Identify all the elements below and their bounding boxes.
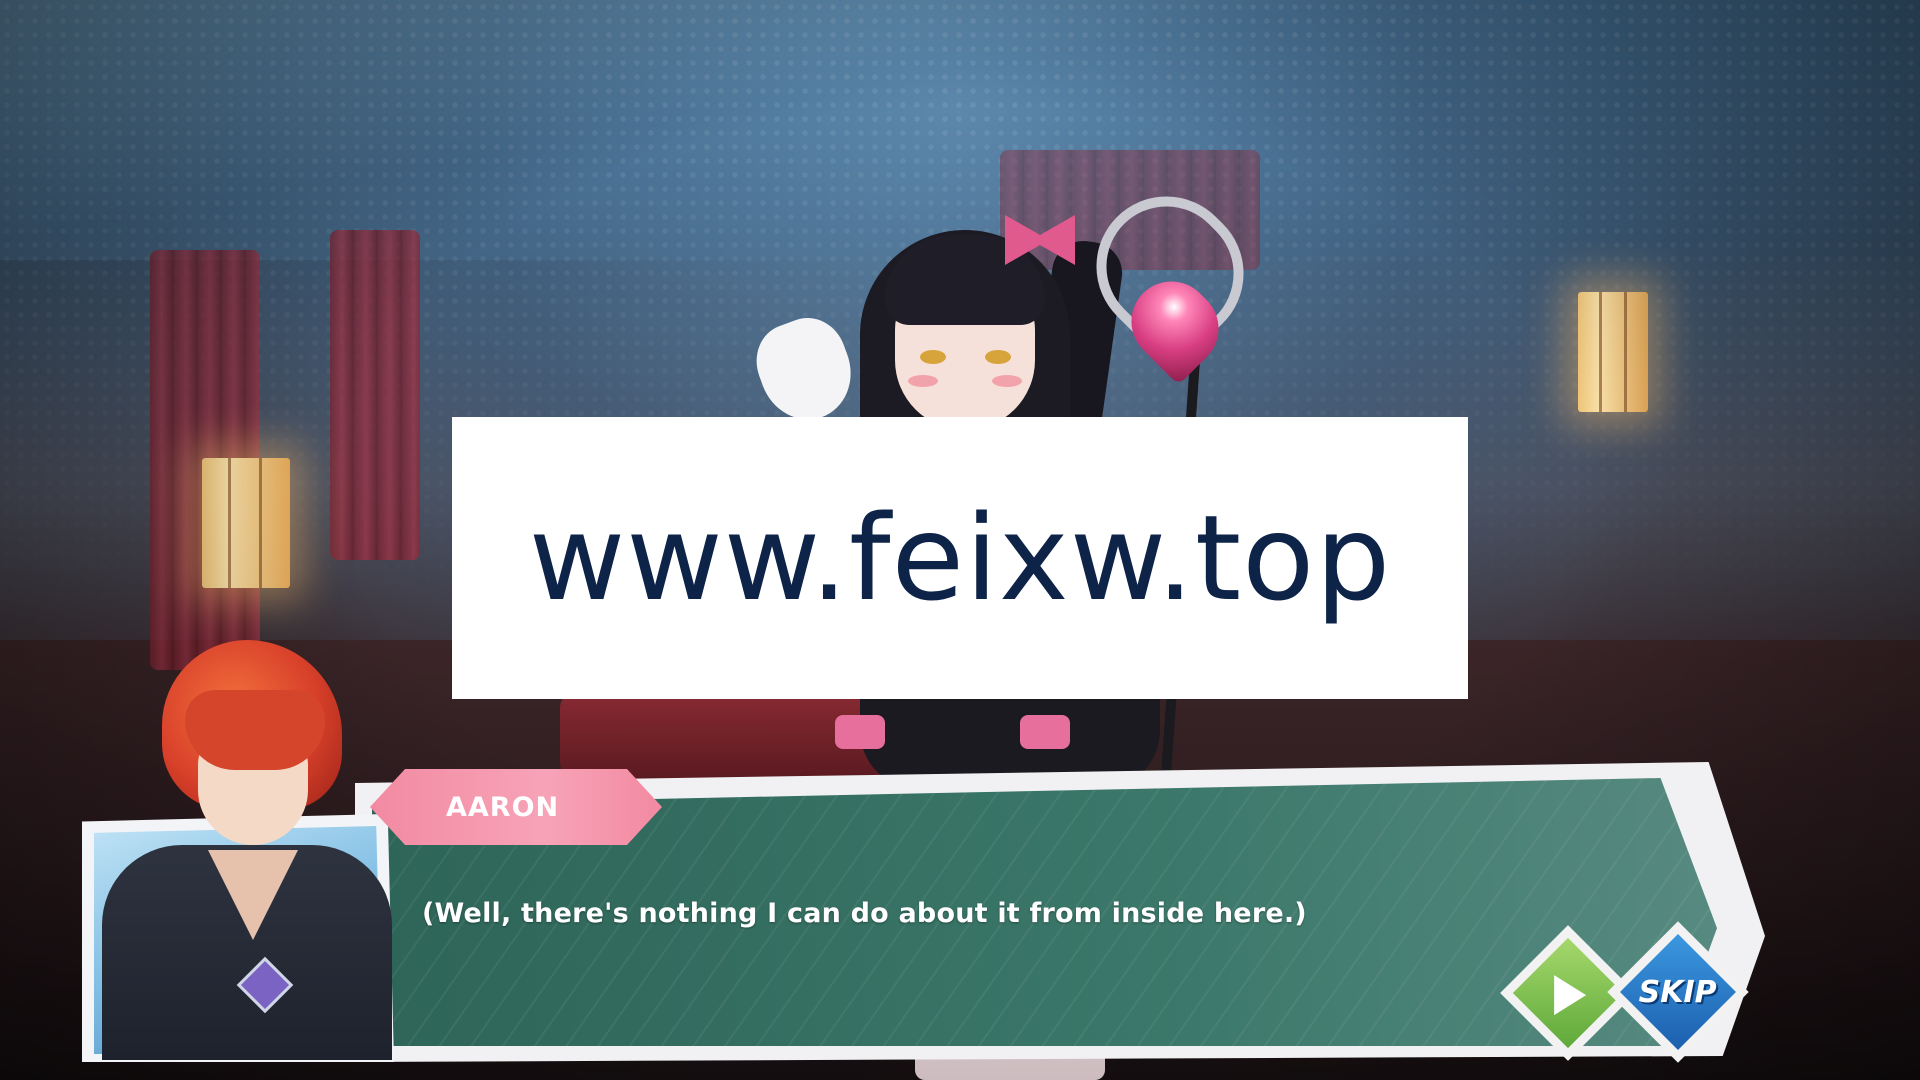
dress-bow-right bbox=[1020, 715, 1070, 749]
portrait-fringe bbox=[185, 690, 325, 770]
heroine-blush-right bbox=[992, 375, 1022, 387]
heroine-hair-bow bbox=[1005, 215, 1075, 265]
speaker-name-tag: AARON bbox=[370, 769, 662, 845]
speaker-name: AARON bbox=[446, 791, 560, 823]
dress-bow-left bbox=[835, 715, 885, 749]
watermark-banner: www.feixw.top bbox=[452, 417, 1468, 699]
skip-label: SKIP bbox=[1638, 974, 1718, 1010]
dialog-text: (Well, there's nothing I can do about it… bbox=[422, 898, 1307, 929]
game-scene[interactable]: www.feixw.top (Well, there's nothing I c… bbox=[0, 0, 1920, 1080]
speaker-portrait bbox=[80, 640, 400, 1060]
play-triangle-icon bbox=[1554, 975, 1587, 1016]
heroine-eye-right bbox=[985, 350, 1011, 364]
watermark-text: www.feixw.top bbox=[528, 489, 1392, 627]
heroine-eye-left bbox=[920, 350, 946, 364]
heroine-blush-left bbox=[908, 375, 938, 387]
heroine-glove bbox=[745, 307, 865, 433]
